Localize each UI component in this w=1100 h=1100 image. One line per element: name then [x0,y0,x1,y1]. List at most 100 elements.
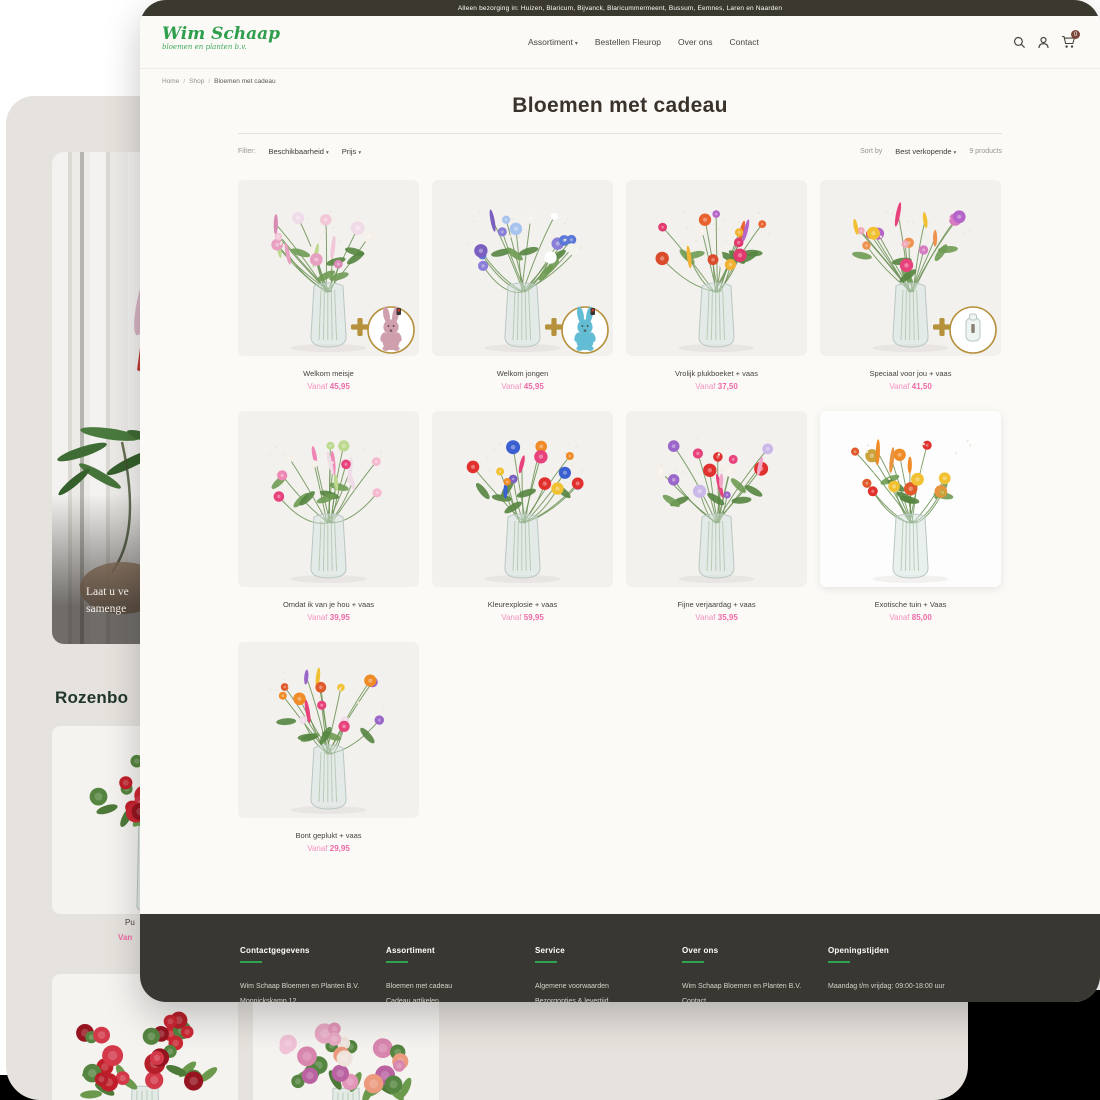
sort-label: Sort by [860,148,882,155]
divider [238,133,1002,134]
nav-item-contact[interactable]: Contact [730,37,759,47]
footer-column-assortiment: Assortiment Bloemen met cadeauCadeau arti… [386,946,535,1002]
footer-heading-underline [240,961,262,963]
product-image [238,642,419,818]
product-name: Exotische tuin + Vaas [820,600,1001,610]
footer-link[interactable]: Cadeau artikelen [386,994,535,1002]
nav-item-over-ons[interactable]: Over ons [678,37,713,47]
nav-item-bestellen-fleurop[interactable]: Bestellen Fleurop [595,37,661,47]
product-image [238,180,419,356]
product-price: Vanaf 85,00 [820,613,1001,623]
chevron-down-icon: ▾ [575,41,578,47]
section-heading-rozen: Rozenbo [55,688,128,708]
sort-select[interactable]: Best verkopende▾ [895,147,956,156]
footer-link[interactable]: Wim Schaap Bloemen en Planten B.V. [682,979,828,994]
product-price: Vanaf 41,50 [820,382,1001,392]
product-price: Vanaf 39,95 [238,613,419,623]
breadcrumb-item-bloemen-met-cadeau: Bloemen met cadeau [214,78,275,85]
product-price: Vanaf 45,95 [238,382,419,392]
filter-label: Filter: [238,148,256,155]
product-name: Omdat ik van je hou + vaas [238,600,419,610]
product-image [626,180,807,356]
search-icon[interactable] [1013,36,1026,49]
site-header: Wim Schaap bloemen en planten b.v. Assor… [140,16,1100,69]
footer-heading: Assortiment [386,946,535,955]
breadcrumb: Home / Shop / Bloemen met cadeau [140,69,1100,85]
footer-heading-underline [828,961,850,963]
product-price: Vanaf 59,95 [432,613,613,623]
product-name: Fijne verjaardag + vaas [626,600,807,610]
account-icon[interactable] [1037,36,1050,49]
product-card[interactable]: Exotische tuin + Vaas Vanaf 85,00 [820,411,1001,623]
main-nav: Assortiment▾ Bestellen Fleurop Over ons Con… [528,16,759,68]
cart-button[interactable]: 0 [1061,35,1076,49]
product-card[interactable]: Kleurexplosie + vaas Vanaf 59,95 [432,411,613,623]
product-name: Welkom meisje [238,369,419,379]
footer-heading-underline [535,961,557,963]
product-card[interactable]: Omdat ik van je hou + vaas Vanaf 39,95 [238,411,419,623]
product-price: Vanaf 35,95 [626,613,807,623]
logo-subtitle: bloemen en planten b.v. [162,43,280,52]
chevron-down-icon: ▾ [954,150,957,156]
footer-heading-underline [682,961,704,963]
logo-title: Wim Schaap [162,25,280,43]
logo[interactable]: Wim Schaap bloemen en planten b.v. [162,25,280,52]
screen: Laat u ve samenge Rozenbo Pu Van Alleen … [0,0,1100,1100]
footer-link[interactable]: Bloemen met cadeau [386,979,535,994]
breadcrumb-separator: / [208,78,210,85]
footer-link[interactable]: Algemene voorwaarden [535,979,682,994]
product-image [238,411,419,587]
footer-column-service: Service Algemene voorwaardenBezorgopties … [535,946,682,1002]
shop-window: Alleen bezorging in: Huizen, Blaricum, B… [140,0,1100,1002]
breadcrumb-item-home[interactable]: Home [162,78,179,85]
breadcrumb-separator: / [183,78,185,85]
cart-count-badge: 0 [1071,30,1080,39]
footer-column-contactgegevens: Contactgegevens Wim Schaap Bloemen en Pla… [240,946,386,1002]
product-image [820,411,1001,587]
footer-link[interactable]: Contact [682,994,828,1002]
product-grid: Welkom meisje Vanaf 45,95 Welkom jongen Van… [238,180,1002,854]
footer-heading: Over ons [682,946,828,955]
footer-heading: Contactgegevens [240,946,386,955]
desktop-void-corner [958,990,1100,1100]
background-product-name: Pu [125,918,135,927]
product-name: Welkom jongen [432,369,613,379]
footer-link[interactable]: Bezorgopties & levertijd [535,994,682,1002]
site-footer: Contactgegevens Wim Schaap Bloemen en Pla… [140,914,1100,1002]
footer-heading: Service [535,946,682,955]
product-price: Vanaf 29,95 [238,844,419,854]
page-title: Bloemen met cadeau [140,94,1100,118]
footer-column-openingstijden: Openingstijden Maandag t/m vrijdag: 09:00… [828,946,1100,1002]
product-image [432,411,613,587]
product-card[interactable]: Welkom meisje Vanaf 45,95 [238,180,419,392]
product-card[interactable]: Fijne verjaardag + vaas Vanaf 35,95 [626,411,807,623]
announcement-bar: Alleen bezorging in: Huizen, Blaricum, B… [140,0,1100,16]
chevron-down-icon: ▾ [358,150,361,156]
header-icons: 0 [1013,16,1076,68]
product-name: Vrolijk plukboeket + vaas [626,369,807,379]
hero-caption: Laat u ve samenge [86,584,129,618]
footer-heading: Openingstijden [828,946,1100,955]
product-card[interactable]: Welkom jongen Vanaf 45,95 [432,180,613,392]
product-card[interactable]: Speciaal voor jou + vaasVanaf 41,50 [820,180,1001,392]
product-image [432,180,613,356]
footer-text: Wim Schaap Bloemen en Planten B.V. [240,979,386,994]
product-card[interactable]: Vrolijk plukboeket + vaas Vanaf 37,50 [626,180,807,392]
product-card[interactable]: Bont geplukt + vaas Vanaf 29,95 [238,642,419,854]
nav-item-assortiment[interactable]: Assortiment▾ [528,37,578,47]
footer-text: Maandag t/m vrijdag: 09:00-18:00 uur [828,979,1100,994]
filter-beschikbaarheid[interactable]: Beschikbaarheid▾ [269,147,329,156]
product-name: Bont geplukt + vaas [238,831,419,841]
background-product-price: Van [118,933,132,942]
product-price: Vanaf 45,95 [432,382,613,392]
breadcrumb-item-shop[interactable]: Shop [189,78,204,85]
footer-text: Monnickskamp 12 [240,994,386,1002]
product-image [626,411,807,587]
filter-sort-bar: Filter: Beschikbaarheid▾ Prijs▾ Sort by B… [238,144,1002,158]
product-name: Kleurexplosie + vaas [432,600,613,610]
product-price: Vanaf 37,50 [626,382,807,392]
footer-heading-underline [386,961,408,963]
footer-column-over-ons: Over ons Wim Schaap Bloemen en Planten B.… [682,946,828,1002]
product-image [820,180,1001,356]
filter-prijs[interactable]: Prijs▾ [342,147,361,156]
